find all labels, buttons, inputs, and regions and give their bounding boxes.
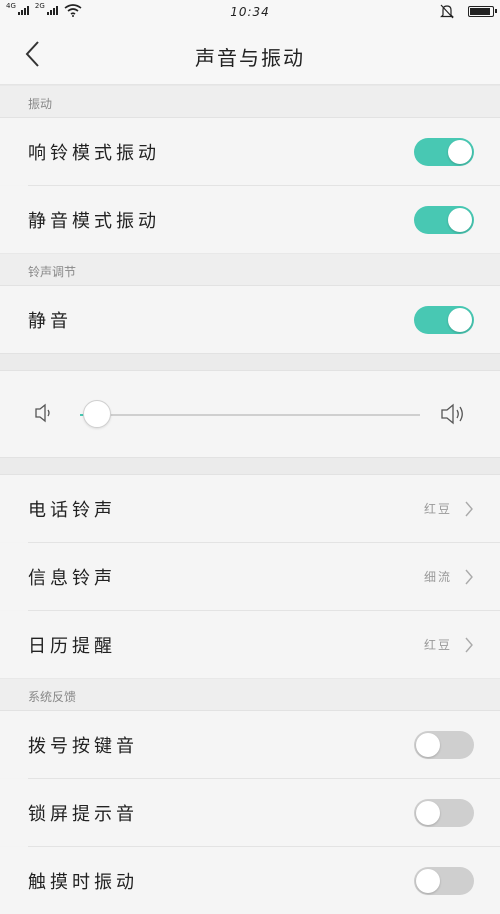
- setting-label: 静音模式振动: [28, 210, 160, 232]
- toggle-knob: [448, 307, 472, 332]
- ring-vibrate-toggle[interactable]: [414, 137, 474, 166]
- setting-label: 电话铃声: [28, 499, 116, 521]
- setting-row-silent-vibrate: 静音模式振动: [0, 186, 500, 253]
- section-header-vibration: 振动: [0, 85, 500, 118]
- setting-value: 红豆: [423, 502, 452, 516]
- toggle-knob: [416, 732, 440, 757]
- setting-label: 触摸时振动: [28, 871, 138, 893]
- section-header-feedback: 系统反馈: [0, 678, 500, 711]
- setting-value: 细流: [423, 570, 452, 584]
- setting-row-mute: 静音: [0, 286, 500, 353]
- toggle-knob: [448, 207, 472, 232]
- status-time: 10:34: [230, 5, 270, 19]
- mute-toggle[interactable]: [414, 305, 474, 334]
- setting-label: 日历提醒: [28, 635, 116, 657]
- nav-bar: 声音与振动: [0, 24, 500, 85]
- section-header-ringer: 铃声调节: [0, 253, 500, 286]
- ringtone-row-phone[interactable]: 电话铃声 红豆: [0, 475, 500, 542]
- volume-slider-thumb[interactable]: [83, 400, 111, 428]
- alarm-off-icon: [440, 4, 454, 19]
- setting-label: 静音: [28, 310, 72, 332]
- chevron-right-icon: [465, 569, 473, 584]
- ringtone-row-calendar[interactable]: 日历提醒 红豆: [0, 611, 500, 678]
- section-gap: [0, 457, 500, 475]
- setting-row-ring-vibrate: 响铃模式振动: [0, 118, 500, 185]
- setting-label: 响铃模式振动: [28, 142, 160, 164]
- setting-row-touch-vibrate: 触摸时振动: [0, 847, 500, 914]
- chevron-right-icon: [465, 637, 473, 652]
- battery-fill: [470, 8, 490, 15]
- lock-sound-toggle[interactable]: [414, 798, 474, 827]
- dial-tone-toggle[interactable]: [414, 730, 474, 759]
- ringtone-row-message[interactable]: 信息铃声 细流: [0, 543, 500, 610]
- status-bar: 4G 2G 10:34: [0, 0, 500, 24]
- page-title: 声音与振动: [195, 46, 305, 70]
- status-right: [440, 4, 497, 19]
- toggle-knob: [448, 139, 472, 164]
- setting-row-lock-sound: 锁屏提示音: [0, 779, 500, 846]
- silent-vibrate-toggle[interactable]: [414, 205, 474, 234]
- setting-label: 拨号按键音: [28, 735, 138, 757]
- volume-slider[interactable]: [80, 400, 420, 428]
- setting-value: 红豆: [423, 638, 452, 652]
- section-gap: [0, 353, 500, 371]
- volume-row: [0, 371, 500, 457]
- volume-low-icon: [35, 403, 50, 423]
- volume-high-icon: [441, 403, 463, 425]
- setting-label: 信息铃声: [28, 567, 116, 589]
- setting-label: 锁屏提示音: [28, 803, 138, 825]
- chevron-right-icon: [465, 501, 473, 516]
- touch-vibrate-toggle[interactable]: [414, 866, 474, 895]
- battery-icon: [468, 6, 497, 17]
- setting-row-dial-tone: 拨号按键音: [0, 711, 500, 778]
- toggle-knob: [416, 800, 440, 825]
